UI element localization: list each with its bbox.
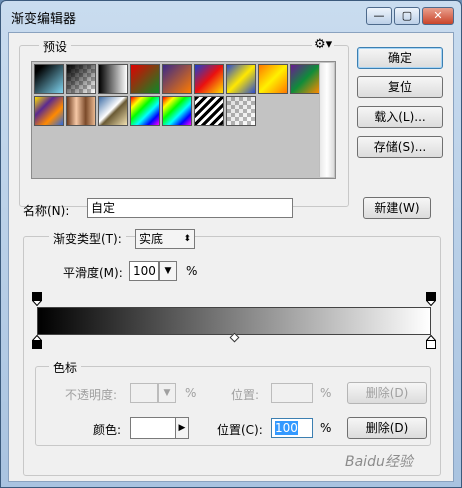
- presets-label: 预设: [39, 38, 72, 55]
- preset-list[interactable]: [31, 61, 336, 179]
- maximize-icon[interactable]: ▢: [394, 7, 420, 25]
- preset-swatch-foreground-to-transparent[interactable]: [66, 64, 96, 94]
- opacity-unit: %: [185, 386, 197, 400]
- opacity-delete-button[interactable]: 删除(D): [347, 382, 427, 404]
- color-delete-button[interactable]: 删除(D): [347, 417, 427, 439]
- minimize-icon[interactable]: —: [366, 7, 392, 25]
- preset-swatch-yellow-violet-orange-blue[interactable]: [34, 96, 64, 126]
- opacity-label: 不透明度:: [65, 388, 118, 402]
- color-swatch[interactable]: [130, 417, 176, 439]
- save-button[interactable]: 存储(S)...: [357, 136, 443, 158]
- gradient-type-value: 实底: [139, 232, 164, 246]
- close-icon[interactable]: ✕: [422, 7, 454, 25]
- preset-swatch-blue-red-yellow[interactable]: [194, 64, 224, 94]
- new-button[interactable]: 新建(W): [363, 197, 431, 219]
- gradient-type-label: 渐变类型(T):: [49, 230, 126, 247]
- preset-scrollbar[interactable]: [319, 63, 334, 177]
- smoothness-input[interactable]: 100: [129, 261, 159, 281]
- preset-swatch-blue-yellow-blue[interactable]: [226, 64, 256, 94]
- reset-button[interactable]: 复位: [357, 76, 443, 98]
- opacity-stop-0[interactable]: [31, 292, 43, 307]
- preset-swatch-red-green[interactable]: [130, 64, 160, 94]
- watermark-text: Baidu经验: [345, 454, 413, 470]
- opacity-stop-1[interactable]: [425, 292, 437, 307]
- preset-swatch-foreground-to-background[interactable]: [34, 64, 64, 94]
- preset-swatch-black-white[interactable]: [98, 64, 128, 94]
- color-location-input[interactable]: 100: [271, 418, 313, 438]
- preset-swatch-violet-orange[interactable]: [162, 64, 192, 94]
- preset-swatch-violet-green-orange[interactable]: [290, 64, 320, 94]
- smoothness-unit: %: [186, 264, 198, 278]
- color-label: 颜色:: [93, 423, 122, 437]
- opacity-location-label: 位置:: [231, 388, 260, 402]
- load-button[interactable]: 载入(L)...: [357, 106, 443, 128]
- color-menu-arrow-icon[interactable]: ▶: [175, 417, 189, 439]
- updown-arrow-icon: ⬍: [183, 234, 191, 244]
- preset-swatch-copper[interactable]: [66, 96, 96, 126]
- preset-swatch-spectrum[interactable]: [130, 96, 160, 126]
- gear-icon[interactable]: ⚙▾: [312, 37, 335, 52]
- opacity-dropdown-icon[interactable]: ▼: [158, 383, 176, 403]
- gradient-editor-window: 渐变编辑器 — ▢ ✕ 预设 ⚙▾ 确定 复位 载入(L)... 存储(S)..…: [0, 0, 462, 488]
- dialog-body: 预设 ⚙▾ 确定 复位 载入(L)... 存储(S)... 名称(N): 自定 …: [8, 32, 454, 482]
- color-location-label: 位置(C):: [217, 423, 263, 437]
- stops-label: 色标: [49, 359, 82, 376]
- title-bar[interactable]: 渐变编辑器 — ▢ ✕: [1, 1, 461, 31]
- preset-swatch-orange-yellow-orange[interactable]: [258, 64, 288, 94]
- gradient-type-select[interactable]: 实底 ⬍: [135, 229, 195, 249]
- color-stop-0[interactable]: [31, 334, 43, 349]
- name-label: 名称(N):: [23, 204, 70, 218]
- ok-button[interactable]: 确定: [357, 47, 443, 69]
- opacity-location-input[interactable]: [271, 383, 313, 403]
- preset-swatch-transparent-stripes[interactable]: [194, 96, 224, 126]
- opacity-input[interactable]: [130, 383, 158, 403]
- preset-swatch-neutral-density[interactable]: [226, 96, 256, 126]
- color-location-unit: %: [320, 421, 332, 435]
- smoothness-label: 平滑度(M):: [63, 266, 123, 280]
- window-title: 渐变编辑器: [11, 12, 77, 27]
- smoothness-dropdown-icon[interactable]: ▼: [159, 261, 177, 281]
- name-input[interactable]: 自定: [87, 198, 293, 218]
- color-location-value: 100: [275, 421, 298, 435]
- color-stop-1[interactable]: [425, 334, 437, 349]
- opacity-location-unit: %: [320, 386, 332, 400]
- gradient-preview-bar[interactable]: [37, 307, 431, 335]
- preset-swatch-transparent-rainbow[interactable]: [162, 96, 192, 126]
- preset-swatch-chrome[interactable]: [98, 96, 128, 126]
